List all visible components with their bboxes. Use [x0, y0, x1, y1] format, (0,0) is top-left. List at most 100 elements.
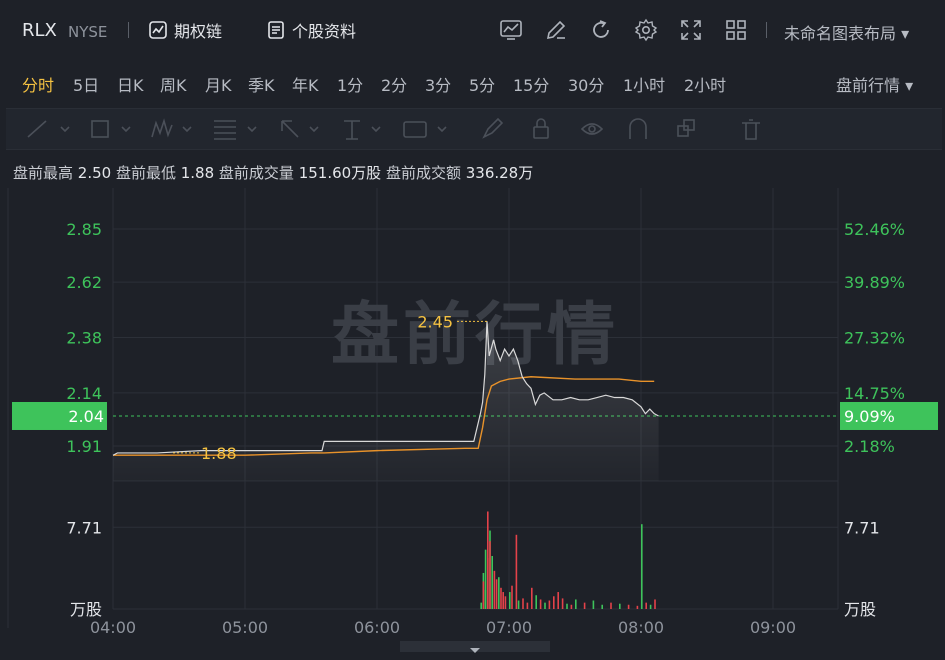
layout-menu[interactable]: 未命名图表布局 ▾	[784, 20, 909, 44]
stat-value: 2.50	[73, 164, 116, 182]
symbol-ticker[interactable]: RLX	[22, 20, 57, 41]
y-tick-label-pct: 39.89%	[844, 273, 905, 292]
lock-icon	[533, 126, 549, 139]
volume-bar	[493, 570, 496, 609]
volume-bar	[566, 603, 568, 609]
y-tick-label-pct: 52.46%	[844, 220, 905, 239]
fibonacci-tool-icon	[214, 120, 236, 140]
stat-label: 盘前成交额	[385, 164, 461, 182]
y-tick-label: 2.62	[66, 273, 102, 292]
volume-bar	[649, 604, 652, 609]
pen-tool-icon	[482, 117, 504, 139]
period-tab[interactable]: 2分	[381, 72, 407, 96]
grid-layout-icon[interactable]	[724, 18, 748, 42]
volume-unit-label-right: 万股	[844, 600, 876, 619]
volume-bar	[627, 604, 630, 609]
volume-bar	[517, 600, 520, 609]
period-tab[interactable]: 3分	[425, 72, 451, 96]
fullscreen-icon[interactable]	[679, 18, 703, 42]
volume-bar	[480, 602, 482, 609]
volume-bar	[511, 585, 513, 609]
volume-bar	[592, 600, 595, 609]
premarket-stats: 盘前最高 2.50 盘前最低 1.88 盘前成交量 151.60万股 盘前成交额…	[13, 162, 533, 183]
period-tab[interactable]: 分时	[22, 72, 54, 96]
divider	[766, 22, 767, 38]
trash-icon	[742, 119, 760, 140]
volume-unit-label: 万股	[70, 600, 102, 619]
x-tick-label: 05:00	[222, 618, 268, 637]
x-tick-label: 08:00	[618, 618, 664, 637]
caret-down-icon	[121, 126, 131, 133]
option-chain-button[interactable]: 期权链	[148, 18, 222, 42]
volume-tick-label: 7.71	[66, 518, 102, 537]
volume-bar	[570, 604, 573, 609]
volume-bar	[482, 581, 485, 609]
volume-bar	[522, 598, 524, 609]
rectangle-tool-icon	[91, 120, 109, 138]
period-tab[interactable]: 15分	[513, 72, 549, 96]
volume-bar	[601, 604, 603, 609]
caret-down-icon: ▾	[905, 76, 914, 95]
indicator-icon[interactable]	[499, 18, 523, 42]
volume-bar	[502, 592, 504, 609]
text-tool-icon	[403, 121, 427, 138]
layout-menu-label: 未命名图表布局	[784, 24, 897, 43]
premarket-menu[interactable]: 盘前行情 ▾	[836, 72, 913, 96]
panel-resize-handle[interactable]	[400, 641, 550, 653]
high-marker-label: 2.45	[417, 312, 453, 331]
volume-bar	[484, 549, 487, 609]
arrow-tool-icon	[281, 120, 299, 138]
volume-bar	[575, 599, 577, 609]
stat-value: 1.88	[175, 164, 219, 182]
volume-bar	[544, 602, 546, 609]
volume-bar	[489, 541, 491, 609]
period-tab[interactable]: 30分	[568, 72, 604, 96]
stat-label: 盘前最高	[13, 164, 74, 182]
volume-tick-label-right: 7.71	[844, 518, 880, 537]
period-tab[interactable]: 5分	[469, 72, 495, 96]
x-tick-label: 07:00	[486, 618, 532, 637]
volume-bar	[636, 605, 639, 609]
period-tab[interactable]: 2小时	[684, 72, 726, 96]
edit-icon[interactable]	[544, 18, 568, 42]
copy-icon	[677, 125, 689, 137]
volume-bar	[495, 579, 498, 609]
caret-down-icon: ▾	[901, 24, 910, 43]
volume-bar	[610, 602, 612, 609]
volume-bar	[535, 595, 537, 609]
top-toolbar: RLX NYSE 期权链 个股资料 未命名图表布局 ▾	[0, 0, 945, 60]
y-tick-label-pct: 2.18%	[844, 437, 895, 456]
x-tick-label: 09:00	[750, 618, 796, 637]
period-tab[interactable]: 月K	[205, 72, 232, 96]
watermark: 盘前行情	[331, 296, 619, 375]
stock-profile-label: 个股资料	[292, 22, 357, 41]
volume-bar	[561, 598, 564, 609]
period-tab[interactable]: 1小时	[623, 72, 665, 96]
chart-svg[interactable]: 盘前行情 2.85 52.46% 2.62 39.89% 2.38 27.32% 2.14 14…	[0, 188, 945, 652]
volume-bar	[515, 534, 518, 609]
period-tab[interactable]: 日K	[117, 72, 144, 96]
volume-bar	[645, 602, 647, 609]
gear-icon[interactable]	[634, 18, 658, 42]
caret-down-icon	[182, 126, 192, 133]
period-tab[interactable]: 年K	[292, 72, 319, 96]
volume-bar	[498, 577, 500, 609]
period-tab[interactable]: 周K	[160, 72, 187, 96]
period-tab[interactable]: 5日	[73, 72, 99, 96]
volume-bar	[641, 524, 643, 609]
premarket-menu-label: 盘前行情	[836, 76, 901, 95]
chart-box-icon	[149, 21, 167, 39]
document-icon	[268, 21, 284, 39]
period-tab[interactable]: 1分	[337, 72, 363, 96]
drawing-tools	[27, 117, 760, 140]
stock-profile-button[interactable]: 个股资料	[266, 18, 356, 42]
period-tab[interactable]: 季K	[248, 72, 275, 96]
volume-bar	[539, 599, 542, 609]
volume-bar	[491, 556, 493, 609]
intraday-chart[interactable]: 盘前行情 2.85 52.46% 2.62 39.89% 2.38 27.32% 2.14 14…	[0, 188, 945, 652]
divider	[128, 22, 129, 38]
refresh-icon[interactable]	[589, 18, 613, 42]
volume-bar	[509, 592, 511, 609]
trend-line-tool-icon	[27, 120, 47, 138]
volume-bar	[526, 602, 529, 609]
